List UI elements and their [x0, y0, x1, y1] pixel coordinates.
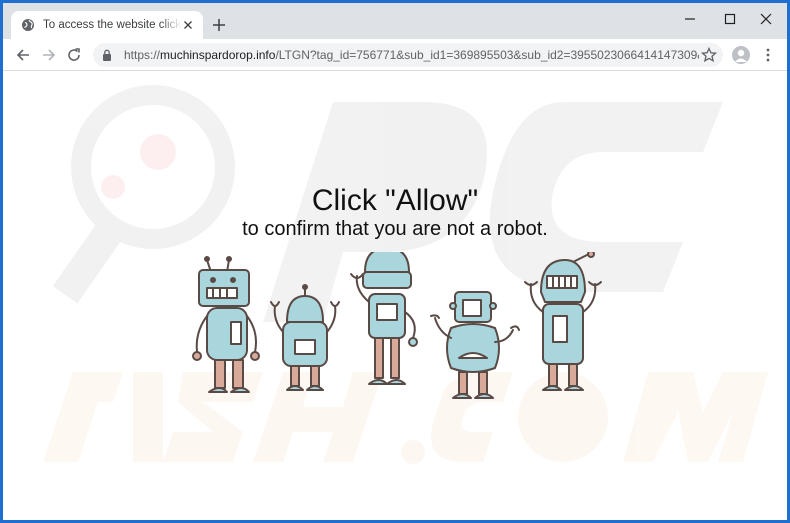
minimize-icon[interactable] — [675, 9, 705, 29]
robot-1 — [192, 256, 260, 393]
robot-3 — [350, 252, 418, 385]
bookmark-star-icon[interactable] — [700, 46, 718, 63]
plus-icon[interactable] — [211, 17, 227, 33]
tab-title: To access the website click the "Allow" … — [43, 19, 182, 31]
tab-strip: To access the website click the "Allow" … — [3, 3, 787, 39]
reload-icon[interactable] — [65, 46, 83, 64]
robot-5 — [524, 252, 602, 391]
page-headline: Click "Allow" — [311, 184, 479, 217]
lock-icon[interactable] — [102, 48, 114, 62]
tab-close-icon[interactable] — [181, 18, 195, 32]
page-subline: to confirm that you are not a robot. — [242, 218, 548, 240]
forward-arrow-icon[interactable] — [40, 46, 58, 64]
page-content: Click "Allow" to confirm that you are no… — [3, 72, 787, 520]
close-icon[interactable] — [751, 9, 781, 29]
robot-4 — [430, 291, 520, 399]
profile-avatar-icon[interactable] — [732, 46, 750, 64]
robot-2 — [270, 284, 340, 391]
kebab-menu-icon[interactable] — [760, 47, 776, 63]
maximize-icon[interactable] — [715, 9, 745, 29]
globe-icon — [21, 18, 35, 32]
browser-window: To access the website click the "Allow" … — [3, 3, 787, 520]
toolbar: https://muchinspardorop.info/LTGN?tag_id… — [3, 39, 787, 71]
active-tab[interactable]: To access the website click the "Allow" … — [11, 11, 203, 39]
url-text: https://muchinspardorop.info/LTGN?tag_id… — [124, 48, 699, 62]
url-host: muchinspardorop.info — [160, 48, 276, 62]
five-robots-illustration — [192, 252, 602, 399]
back-arrow-icon[interactable] — [14, 46, 32, 64]
url-path: /LTGN?tag_id=756771&sub_id1=369895503&su… — [275, 48, 699, 62]
address-bar[interactable]: https://muchinspardorop.info/LTGN?tag_id… — [93, 43, 723, 67]
